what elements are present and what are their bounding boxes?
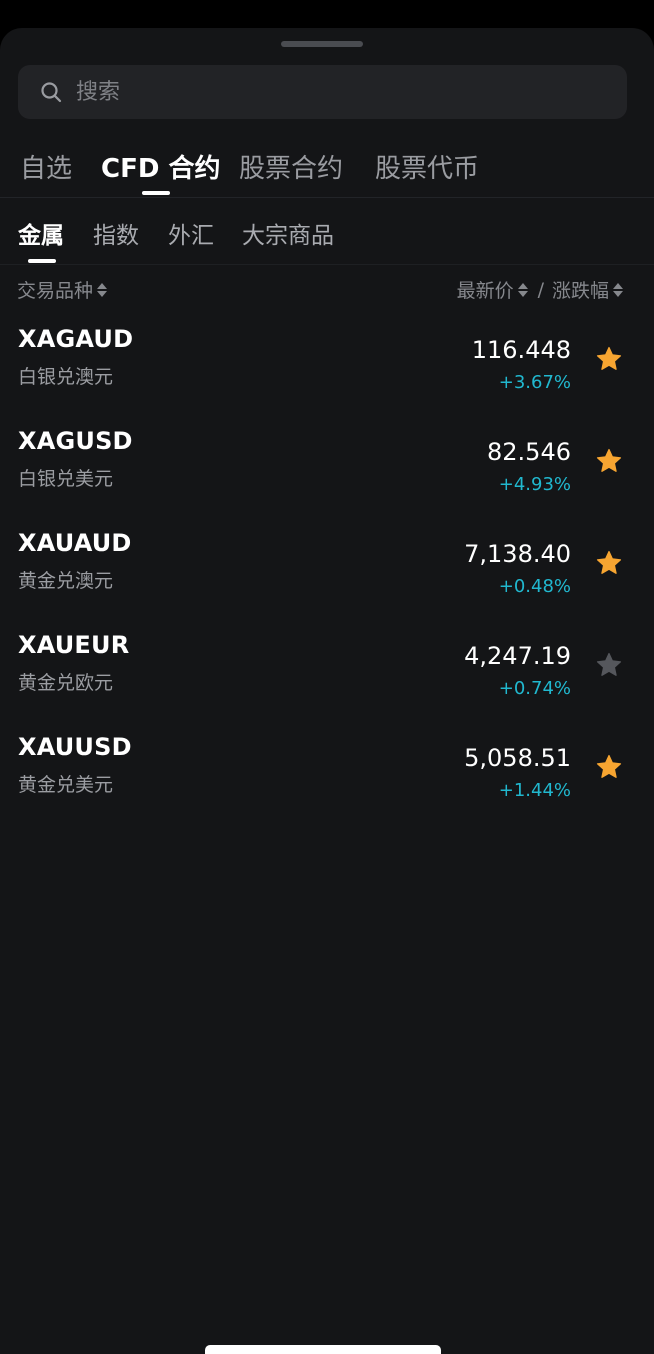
price-change-header: 最新价 / 涨跌幅 <box>457 276 623 303</box>
instrument-name: 白银兑美元 <box>18 468 114 490</box>
instrument-name: 黄金兑欧元 <box>18 672 114 694</box>
instrument-change: +1.44% <box>498 780 571 801</box>
sheet-grabber-handle[interactable] <box>281 41 363 47</box>
instrument-name: 黄金兑澳元 <box>18 570 114 592</box>
main-tab-active-indicator <box>142 191 170 195</box>
search-icon <box>41 82 62 103</box>
tab-forex[interactable]: 外汇 <box>168 216 214 250</box>
column-header-price[interactable]: 最新价 <box>457 276 514 303</box>
instrument-row[interactable]: XAGUSD 白银兑美元 82.546 +4.93% <box>0 412 654 514</box>
instrument-symbol: XAUAUD <box>18 529 132 557</box>
instrument-row[interactable]: XAGAUD 白银兑澳元 116.448 +3.67% <box>0 310 654 412</box>
instrument-name: 白银兑澳元 <box>18 366 114 388</box>
instrument-symbol: XAUUSD <box>18 733 132 761</box>
instrument-row[interactable]: XAUAUD 黄金兑澳元 7,138.40 +0.48% <box>0 514 654 616</box>
main-tabs: 自选 CFD 合约 股票合约 股票代币 <box>0 140 654 198</box>
tab-metals[interactable]: 金属 <box>18 216 64 250</box>
tab-cfd-contracts[interactable]: CFD 合约 <box>101 148 220 185</box>
instrument-symbol: XAGAUD <box>18 325 134 353</box>
instrument-price: 82.546 <box>487 438 571 466</box>
sort-icon[interactable] <box>613 282 623 298</box>
instrument-change: +4.93% <box>498 474 571 495</box>
tab-stock-tokens[interactable]: 股票代币 <box>375 148 479 185</box>
column-header-symbol: 交易品种 <box>17 280 94 302</box>
category-tabs: 金属 指数 外汇 大宗商品 <box>0 198 654 265</box>
instrument-row[interactable]: XAUUSD 黄金兑美元 5,058.51 +1.44% <box>0 718 654 820</box>
instrument-price: 7,138.40 <box>464 540 571 568</box>
column-header-change[interactable]: 涨跌幅 <box>552 276 609 303</box>
instrument-change: +0.74% <box>498 678 571 699</box>
sort-by-symbol[interactable]: 交易品种 <box>17 276 108 303</box>
sort-icon <box>97 282 108 298</box>
tab-stock-contracts[interactable]: 股票合约 <box>239 148 343 185</box>
instrument-name: 黄金兑美元 <box>18 774 114 796</box>
star-icon-favorited[interactable] <box>596 346 622 372</box>
instrument-row[interactable]: XAUEUR 黄金兑欧元 4,247.19 +0.74% <box>0 616 654 718</box>
tab-watchlist[interactable]: 自选 <box>20 148 72 185</box>
star-icon[interactable] <box>596 652 622 678</box>
market-selector-sheet: 自选 CFD 合约 股票合约 股票代币 金属 指数 外汇 大宗商品 交易品种 最… <box>0 28 654 1354</box>
tab-commodities[interactable]: 大宗商品 <box>242 216 334 250</box>
star-icon-favorited[interactable] <box>596 754 622 780</box>
instrument-price: 4,247.19 <box>464 642 571 670</box>
instrument-price: 5,058.51 <box>464 744 571 772</box>
instrument-change: +0.48% <box>498 576 571 597</box>
instrument-price: 116.448 <box>471 336 571 364</box>
column-header-separator: / <box>537 278 544 301</box>
star-icon-favorited[interactable] <box>596 550 622 576</box>
home-indicator <box>205 1345 441 1354</box>
instrument-change: +3.67% <box>498 372 571 393</box>
search-bar[interactable] <box>18 65 627 119</box>
star-icon-favorited[interactable] <box>596 448 622 474</box>
instrument-symbol: XAGUSD <box>18 427 133 455</box>
search-input[interactable] <box>76 65 606 119</box>
sort-icon[interactable] <box>517 282 528 298</box>
tab-indices[interactable]: 指数 <box>93 216 139 250</box>
category-tab-active-indicator <box>28 259 56 263</box>
instrument-symbol: XAUEUR <box>18 631 130 659</box>
